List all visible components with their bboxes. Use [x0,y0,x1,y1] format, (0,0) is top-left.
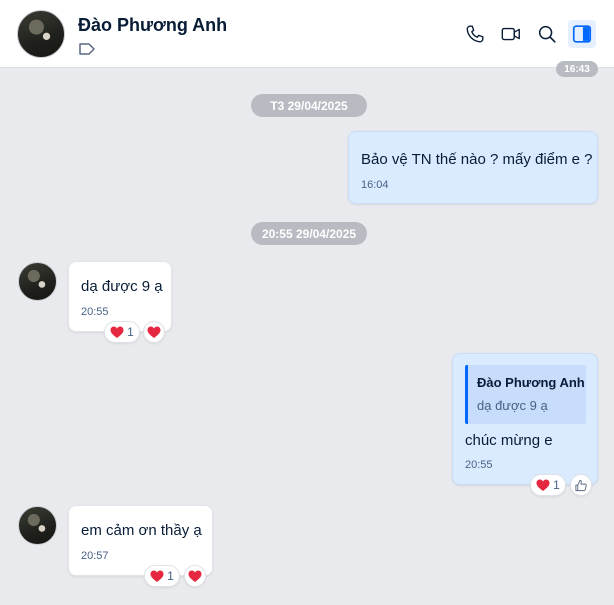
react-button[interactable] [143,321,165,343]
contact-name[interactable]: Đào Phương Anh [78,15,227,36]
heart-icon [147,326,161,338]
sidebar-toggle-button[interactable] [568,20,596,48]
date-separator: 20:55 29/04/2025 [251,222,367,245]
quoted-text: dạ được 9 ạ [477,398,548,413]
tag-icon[interactable] [78,42,96,56]
thumbs-up-icon [575,479,587,491]
time-pill: 16:43 [556,61,598,77]
reaction-summary[interactable]: 1 [144,565,180,587]
message-bubble-outgoing[interactable]: Đào Phương Anh dạ được 9 ạ chúc mừng e 2… [452,353,598,485]
reaction-summary[interactable]: 1 [530,474,566,496]
message-text: dạ được 9 ạ [81,278,163,295]
reaction-count: 1 [127,325,134,339]
sender-avatar[interactable] [18,262,57,301]
message-bubble-outgoing[interactable]: Bảo vệ TN thế nào ? mấy điểm e ? 16:04 [348,131,598,204]
quoted-message[interactable]: Đào Phương Anh dạ được 9 ạ [465,365,586,424]
sender-avatar[interactable] [18,506,57,545]
message-time: 20:55 [81,306,109,318]
message-text: chúc mừng e [465,432,553,449]
message-text: em cảm ơn thầy ạ [81,522,202,539]
message-list[interactable]: 16:43 T3 29/04/2025 Bảo vệ TN thế nào ? … [0,61,614,605]
like-button[interactable] [570,474,592,496]
contact-avatar[interactable] [17,10,65,58]
phone-icon [466,25,484,43]
message-time: 20:57 [81,550,109,562]
reaction-count: 1 [167,569,174,583]
react-button[interactable] [184,565,206,587]
video-call-button[interactable] [497,20,525,48]
search-button[interactable] [533,20,561,48]
message-text: Bảo vệ TN thế nào ? mấy điểm e ? [361,151,593,168]
message-time: 16:04 [361,179,389,191]
reaction-summary[interactable]: 1 [104,321,140,343]
video-call-icon [501,27,520,41]
search-icon [538,25,556,43]
message-time: 20:55 [465,459,493,471]
heart-icon [110,326,124,338]
sidebar-toggle-icon [572,25,592,43]
heart-icon [536,479,550,491]
chat-header: Đào Phương Anh [0,0,614,68]
heart-icon [188,570,202,582]
reaction-count: 1 [553,478,560,492]
date-separator: T3 29/04/2025 [251,94,367,117]
quoted-sender: Đào Phương Anh [477,375,585,390]
call-button[interactable] [461,20,489,48]
heart-icon [150,570,164,582]
